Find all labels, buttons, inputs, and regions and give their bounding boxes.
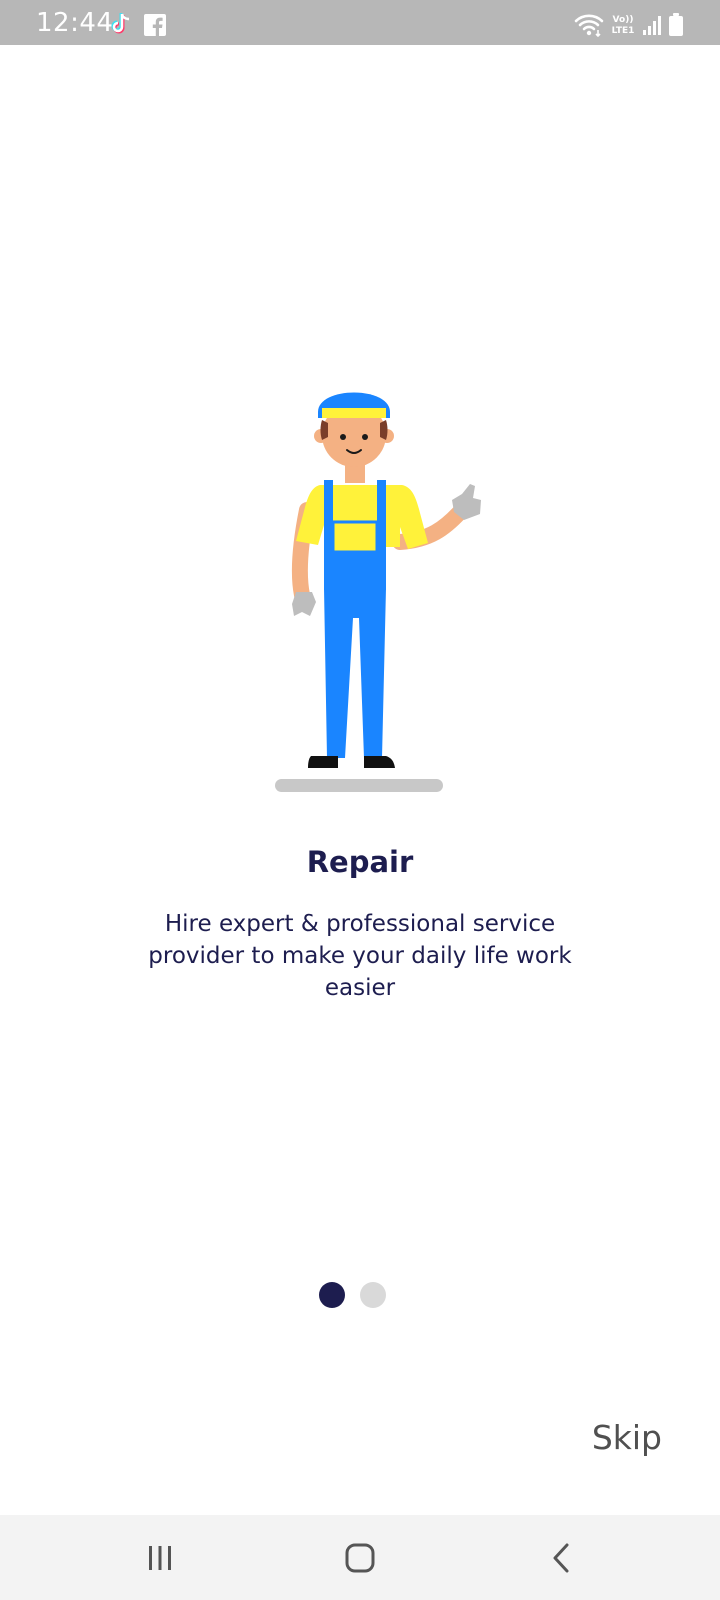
volte-icon: Vo)) LTE1	[612, 15, 635, 36]
onboarding-screen: 12:44 Vo)) LTE1 Repair Hire expert & pro…	[0, 0, 720, 1600]
status-time: 12:44	[36, 8, 114, 38]
onboarding-title: Repair	[306, 845, 414, 879]
svg-text:LTE1: LTE1	[612, 26, 635, 36]
back-button[interactable]	[502, 1515, 622, 1600]
page-dot[interactable]	[360, 1282, 386, 1308]
tiktok-icon	[111, 13, 130, 34]
svg-text:Vo)): Vo))	[613, 15, 634, 25]
skip-button[interactable]: Skip	[592, 1418, 662, 1458]
facebook-icon	[144, 14, 166, 36]
back-icon	[553, 1543, 569, 1572]
home-icon	[345, 1543, 375, 1572]
wifi-icon	[574, 14, 604, 37]
battery-icon	[669, 13, 683, 36]
repair-worker-illustration	[275, 392, 481, 792]
navigation-bar	[0, 1515, 720, 1600]
page-indicator	[319, 1282, 386, 1308]
onboarding-description: Hire expert & professional service provi…	[148, 911, 572, 1001]
recents-button[interactable]	[100, 1515, 220, 1600]
status-bar: 12:44 Vo)) LTE1	[0, 0, 720, 45]
recents-icon	[149, 1545, 171, 1570]
signal-icon	[643, 16, 661, 35]
page-dot-active[interactable]	[319, 1282, 345, 1308]
home-button[interactable]	[300, 1515, 420, 1600]
